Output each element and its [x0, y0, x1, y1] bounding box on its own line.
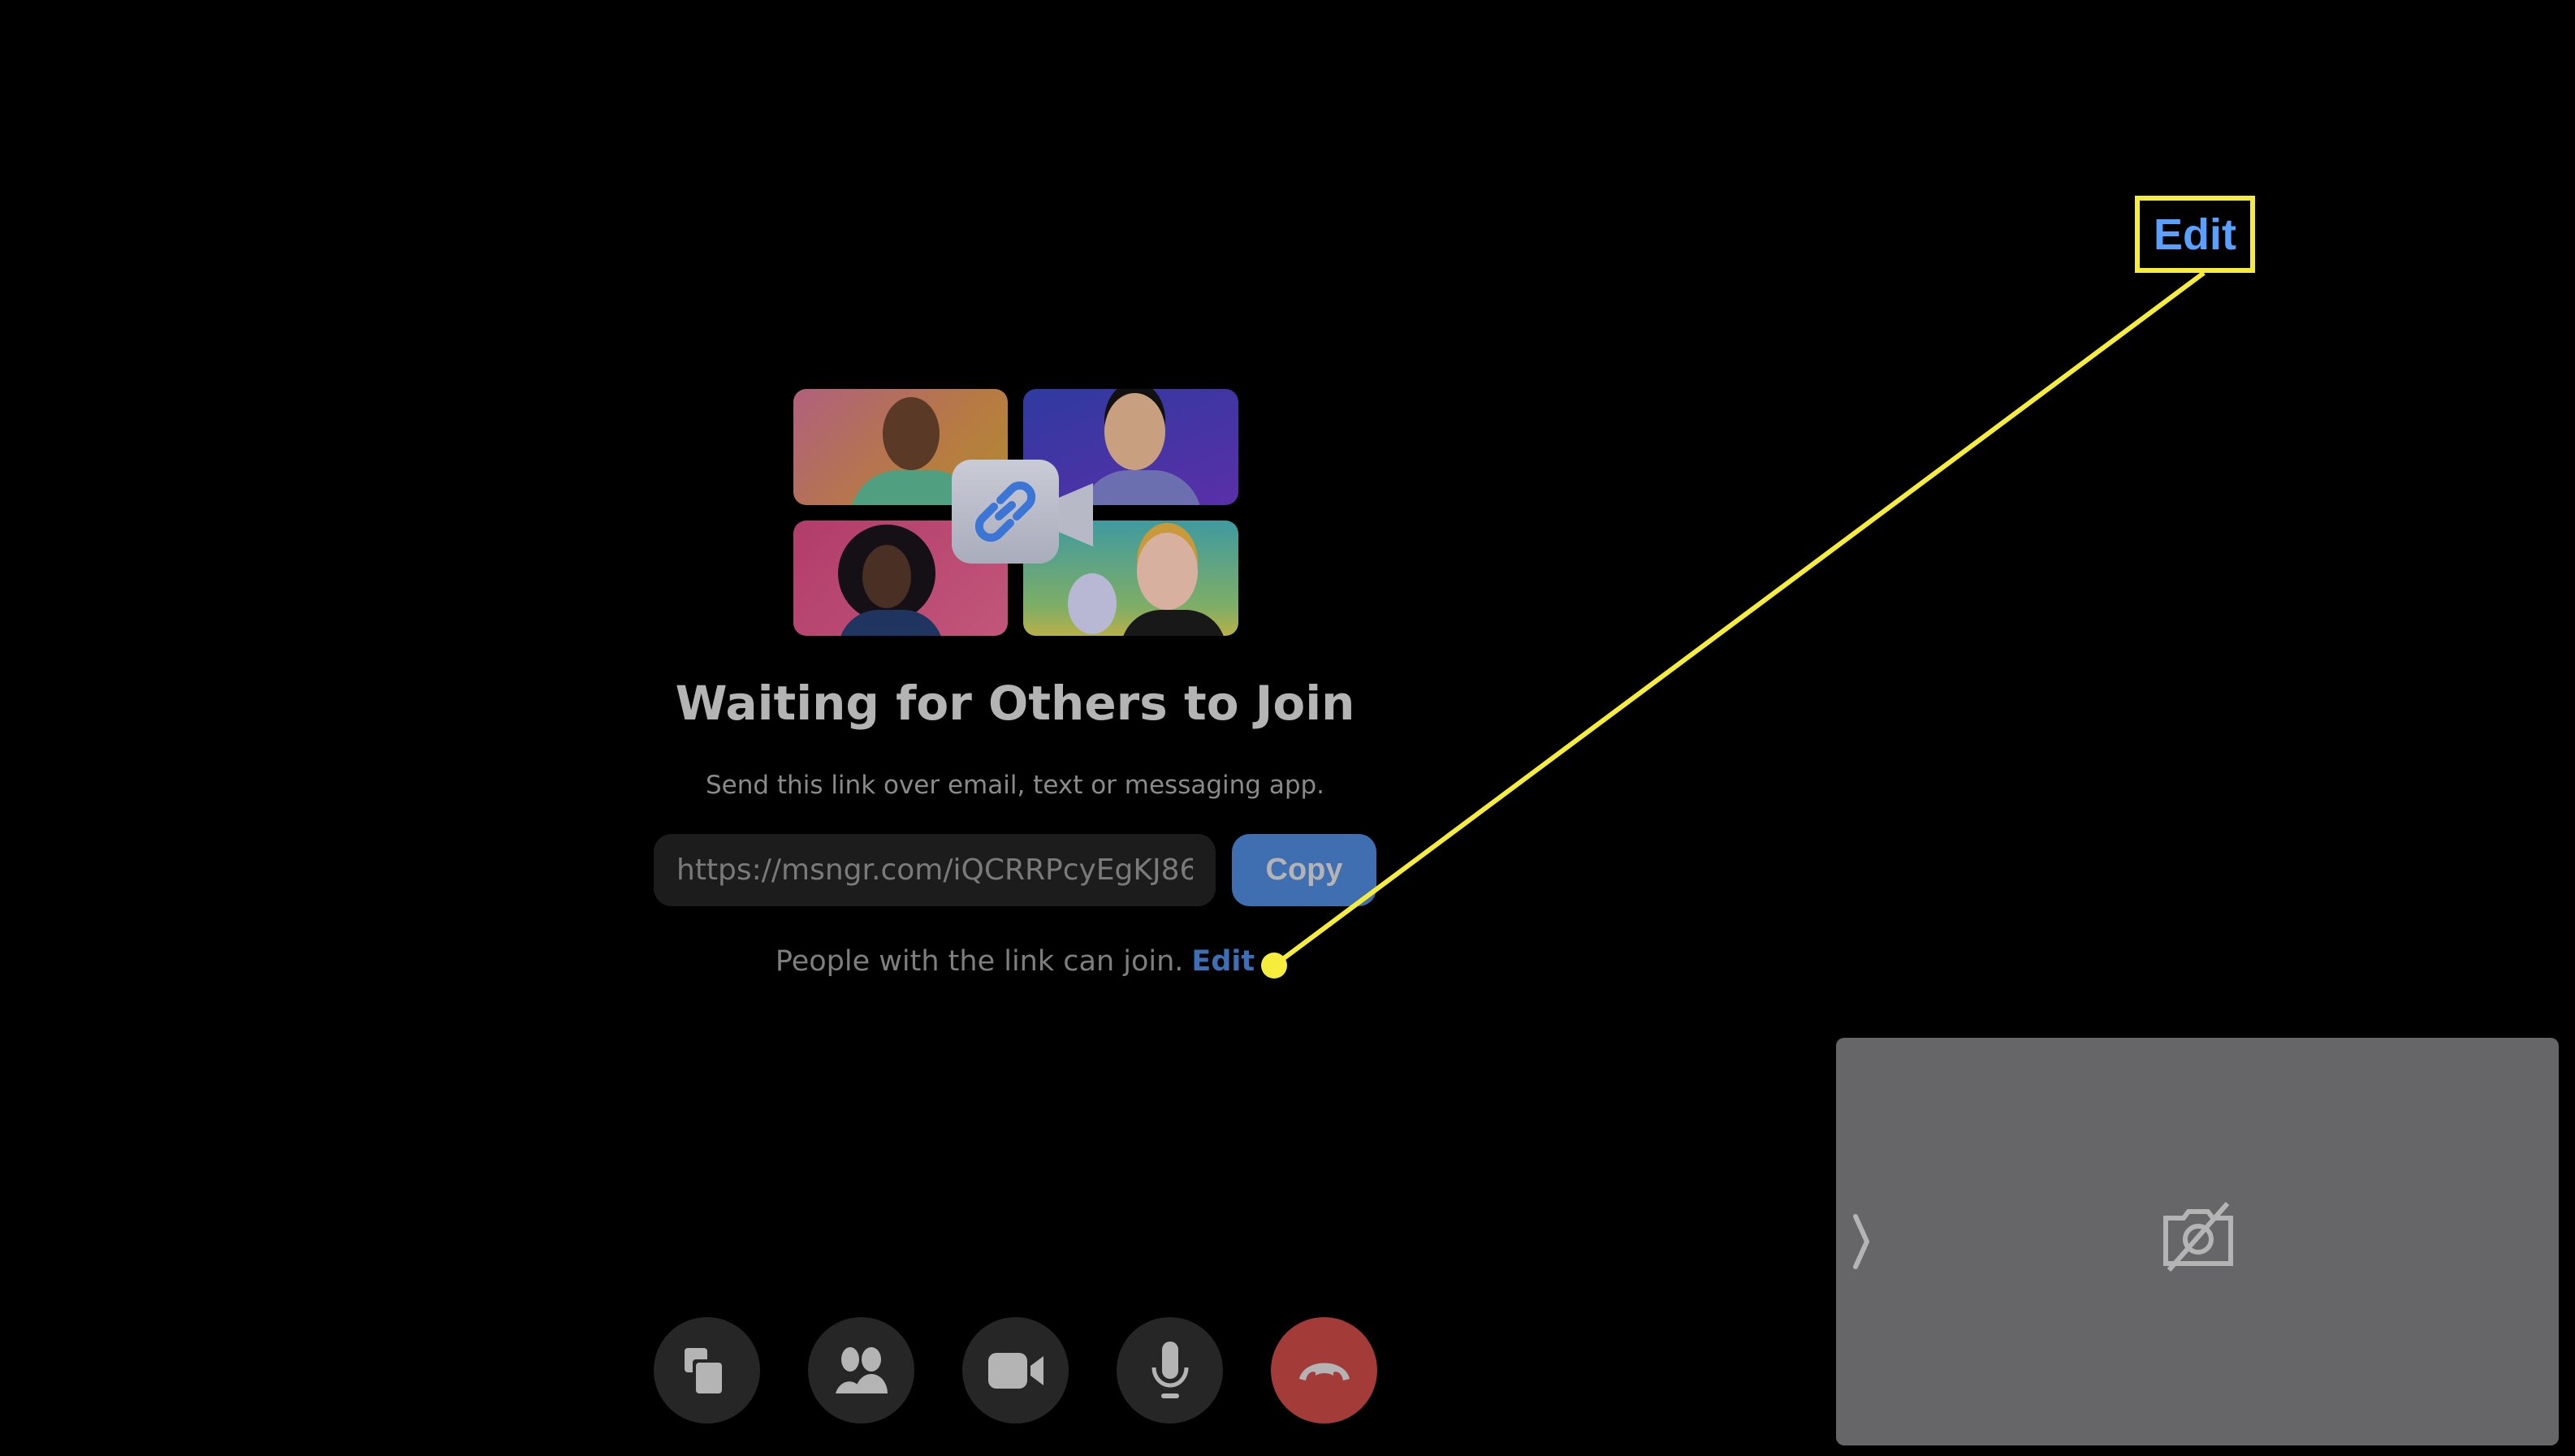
microphone-button[interactable]: [1117, 1317, 1223, 1424]
microphone-icon: [1151, 1341, 1188, 1398]
self-view-panel: [1836, 1038, 2559, 1445]
camera-button[interactable]: [962, 1317, 1069, 1424]
callout-label: Edit: [2135, 196, 2255, 273]
hang-up-icon: [1298, 1363, 1350, 1380]
people-icon: [835, 1346, 888, 1393]
expand-panel-toggle[interactable]: [1849, 1213, 1873, 1273]
chevron-right-icon: [1853, 1214, 1870, 1269]
video-camera-icon: [987, 1352, 1043, 1389]
camera-off-indicator: [2161, 1200, 2236, 1278]
share-screen-icon: [684, 1347, 722, 1393]
callout-dot: [1261, 953, 1287, 979]
share-screen-button[interactable]: [654, 1317, 760, 1424]
end-call-button[interactable]: [1271, 1317, 1377, 1424]
participants-button[interactable]: [808, 1317, 914, 1424]
camera-off-icon: [2163, 1202, 2233, 1272]
